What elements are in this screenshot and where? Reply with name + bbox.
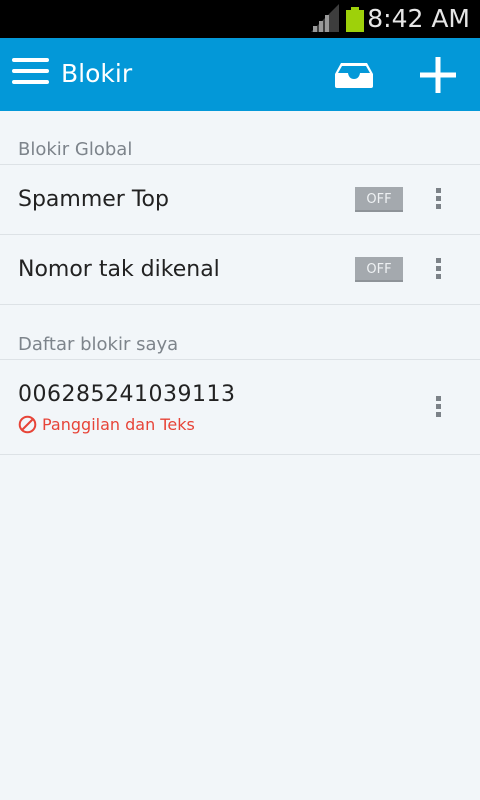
- list-item-spammer-top[interactable]: Spammer Top OFF: [0, 165, 480, 235]
- section-header-my-list: Daftar blokir saya: [0, 331, 480, 360]
- section-header-label: Daftar blokir saya: [18, 334, 179, 355]
- list-item-unknown-number[interactable]: Nomor tak dikenal OFF: [0, 235, 480, 305]
- plus-icon[interactable]: [418, 55, 458, 95]
- signal-strength-icon: [311, 4, 339, 32]
- list-item-label: Spammer Top: [18, 187, 169, 212]
- overflow-menu-icon[interactable]: [426, 258, 450, 284]
- toggle-switch[interactable]: OFF: [355, 187, 403, 212]
- toggle-switch[interactable]: OFF: [355, 257, 403, 282]
- overflow-menu-icon[interactable]: [426, 188, 450, 214]
- section-header-label: Blokir Global: [18, 139, 133, 160]
- block-icon: [18, 415, 37, 434]
- hamburger-menu-icon[interactable]: [12, 58, 50, 90]
- block-type-label: Panggilan dan Teks: [42, 415, 195, 434]
- page-title: Blokir: [61, 59, 133, 88]
- blocked-number: 006285241039113: [18, 382, 236, 407]
- status-bar: 8:42 AM: [0, 0, 480, 38]
- overflow-menu-icon[interactable]: [426, 396, 450, 422]
- inbox-tray-icon[interactable]: [333, 60, 375, 90]
- section-header-global: Blokir Global: [0, 136, 480, 165]
- status-time: 8:42 AM: [367, 4, 470, 33]
- app-bar: Blokir: [0, 38, 480, 111]
- battery-icon: [346, 7, 364, 32]
- list-item-label: Nomor tak dikenal: [18, 257, 220, 282]
- list-item-blocked-number[interactable]: 006285241039113 Panggilan dan Teks: [0, 360, 480, 455]
